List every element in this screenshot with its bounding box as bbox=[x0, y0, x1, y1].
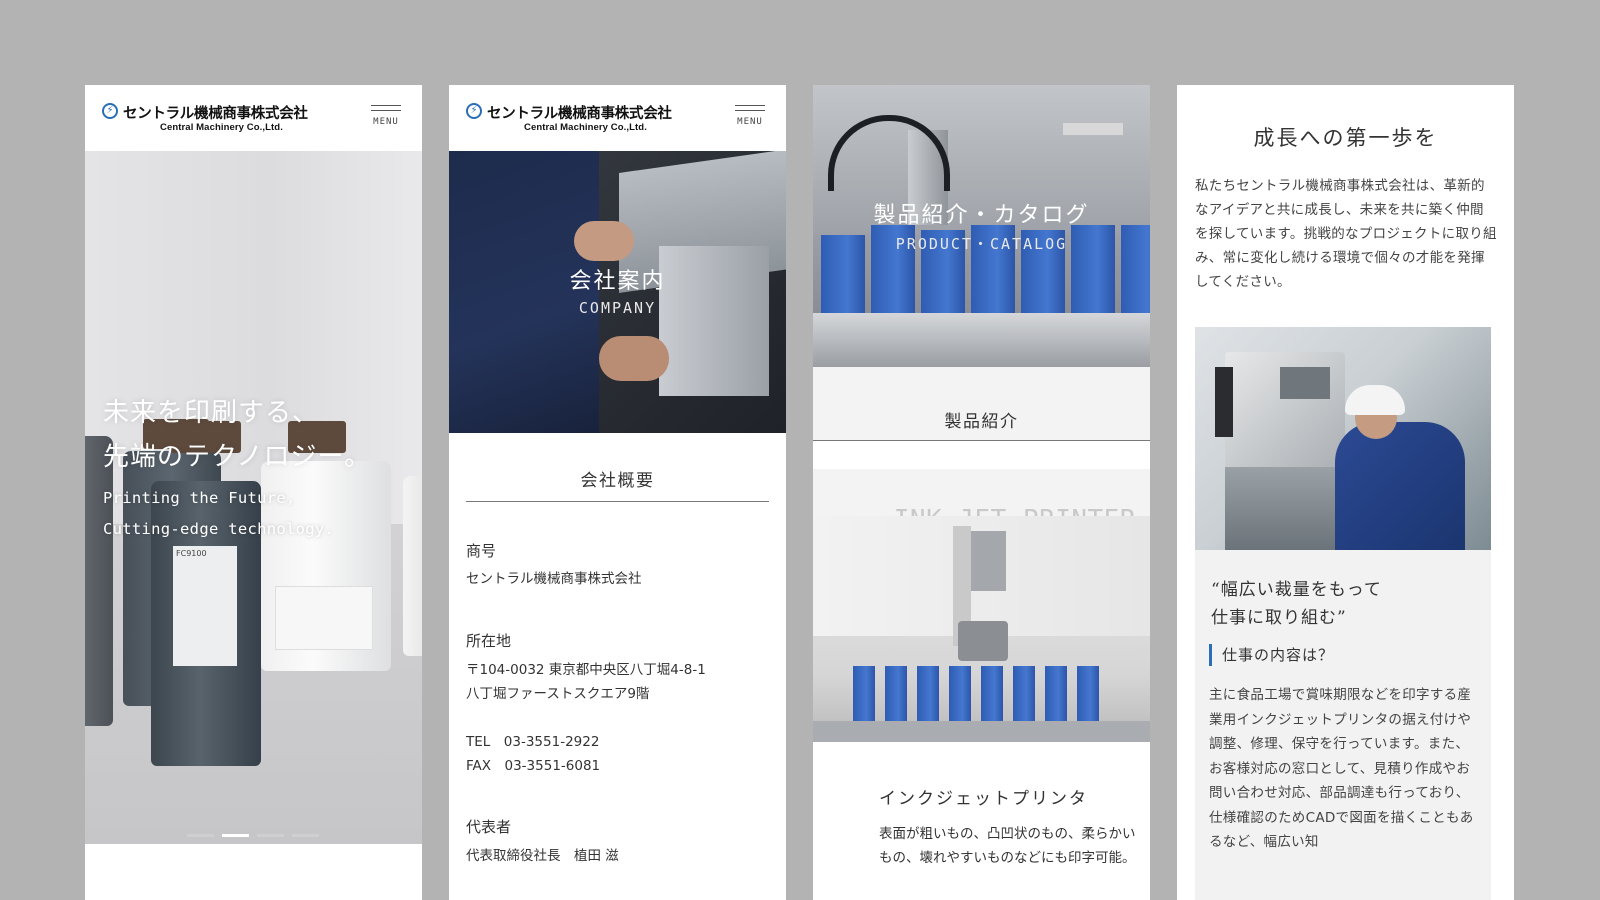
info-value: セントラル機械商事株式会社 bbox=[466, 571, 642, 587]
bottle-image bbox=[403, 476, 422, 656]
mobile-screen-recruit: 成長への第一歩を 私たちセントラル機械商事株式会社は、革新的なアイデアと共に成長… bbox=[1177, 85, 1514, 900]
site-header: ⚡ セントラル機械商事株式会社 Central Machinery Co.,Lt… bbox=[449, 85, 786, 151]
quote-line: “幅広い裁量をもって bbox=[1211, 580, 1382, 600]
carton-image bbox=[853, 666, 875, 726]
hero-slider[interactable]: FC9100 未来を印刷する、 先端のテクノロジー。 Printing the … bbox=[85, 151, 422, 844]
hamburger-icon bbox=[371, 105, 401, 107]
conveyor-image bbox=[813, 721, 1150, 742]
mobile-screen-home: ⚡ セントラル機械商事株式会社 Central Machinery Co.,Lt… bbox=[85, 85, 422, 900]
slider-dot-active[interactable] bbox=[222, 834, 249, 837]
product-card[interactable]: インクジェットプリンタ 表面が粗いもの、凸凹状のもの、柔らかいもの、壊れやすいも… bbox=[841, 742, 1150, 900]
slider-dot[interactable] bbox=[187, 834, 214, 837]
printer-head-image bbox=[958, 621, 1008, 661]
carton-image bbox=[1013, 666, 1035, 726]
products-hero-label: 製品紹介・カタログ PRODUCT・CATALOG bbox=[813, 197, 1150, 254]
lightning-logo-icon: ⚡ bbox=[466, 103, 482, 119]
hero-headline-line: 未来を印刷する、 bbox=[103, 398, 320, 428]
slider-dot[interactable] bbox=[292, 834, 319, 837]
section-title: 製品紹介 bbox=[944, 412, 1019, 432]
hero-headline: 未来を印刷する、 先端のテクノロジー。 bbox=[103, 391, 371, 479]
info-line-fax: FAX 03-3551-6081 bbox=[466, 758, 601, 774]
carton-image bbox=[1077, 666, 1099, 726]
hamburger-icon-bar bbox=[371, 110, 401, 112]
product-description: 表面が粗いもの、凸凹状のもの、柔らかいもの、壊れやすいものなどにも印字可能。 bbox=[879, 826, 1136, 866]
info-line: 八丁堀ファーストスクエア9階 bbox=[466, 686, 650, 702]
hero-subline: Printing the Future, Cutting-edge techno… bbox=[103, 483, 334, 545]
hand-image bbox=[574, 221, 634, 261]
stand-image bbox=[1225, 467, 1345, 550]
mobile-screen-products: 製品紹介・カタログ PRODUCT・CATALOG 製品紹介 INK-JET P… bbox=[813, 85, 1150, 900]
product-title: インクジェットプリンタ bbox=[879, 789, 1088, 809]
info-value-address: 〒104-0032 東京都中央区八丁堀4-8-1 八丁堀ファーストスクエア9階 … bbox=[466, 658, 706, 778]
inkjet-printer-image bbox=[813, 516, 1150, 742]
hamburger-icon-bar bbox=[735, 110, 765, 112]
engineer-body-image bbox=[1335, 422, 1465, 550]
bottle-label: FC9100 bbox=[173, 546, 237, 666]
carton-image bbox=[949, 666, 971, 726]
slider-dot[interactable] bbox=[257, 834, 284, 837]
conveyor-image bbox=[813, 313, 1150, 367]
info-line-tel[interactable]: TEL 03-3551-2922 bbox=[466, 730, 706, 754]
hand-image bbox=[599, 336, 669, 381]
hero-title-en: PRODUCT・CATALOG bbox=[895, 235, 1068, 253]
mobile-screen-company: ⚡ セントラル機械商事株式会社 Central Machinery Co.,Lt… bbox=[449, 85, 786, 900]
carton-image bbox=[1045, 666, 1067, 726]
company-hero: 会社案内 COMPANY bbox=[449, 151, 786, 433]
recruit-intro: 私たちセントラル機械商事株式会社は、革新的なアイデアと共に成長し、未来を共に築く… bbox=[1195, 178, 1497, 290]
helmet-image bbox=[1345, 385, 1405, 415]
logo-name-en: Central Machinery Co.,Ltd. bbox=[160, 122, 283, 133]
interview-question: 仕事の内容は？ bbox=[1209, 644, 1334, 666]
menu-label: MENU bbox=[737, 117, 763, 127]
hamburger-icon bbox=[735, 105, 765, 107]
info-term: 商号 bbox=[466, 542, 497, 560]
hero-headline-line: 先端のテクノロジー。 bbox=[103, 442, 372, 472]
info-line-spacer bbox=[466, 706, 706, 730]
menu-label: MENU bbox=[373, 117, 399, 127]
info-term: 代表者 bbox=[466, 818, 512, 836]
hero-title-jp: 会社案内 bbox=[569, 269, 666, 294]
carton-image bbox=[981, 666, 1003, 726]
bottle-image bbox=[85, 436, 113, 726]
info-line: 〒104-0032 東京都中央区八丁堀4-8-1 bbox=[466, 662, 706, 678]
printer-box-image bbox=[971, 531, 1006, 591]
logo-name-en: Central Machinery Co.,Ltd. bbox=[524, 122, 647, 133]
info-value: 代表取締役社長 植田 滋 bbox=[466, 848, 619, 864]
printer-head-image bbox=[1215, 367, 1233, 437]
lightning-logo-icon: ⚡ bbox=[102, 103, 118, 119]
hamburger-menu-button[interactable]: MENU bbox=[370, 105, 402, 131]
company-hero-label: 会社案内 COMPANY bbox=[449, 263, 786, 317]
recruit-title: 成長への第一歩を bbox=[1253, 126, 1438, 150]
interview-box: “幅広い裁量をもって 仕事に取り組む” 仕事の内容は？ 主に食品工場で賞味期限な… bbox=[1195, 550, 1491, 900]
factory-sign bbox=[1063, 123, 1123, 135]
site-header: ⚡ セントラル機械商事株式会社 Central Machinery Co.,Lt… bbox=[85, 85, 422, 151]
carton-image bbox=[917, 666, 939, 726]
bottle-label bbox=[275, 586, 373, 650]
section-title: 会社概要 bbox=[466, 466, 769, 502]
products-hero: 製品紹介・カタログ PRODUCT・CATALOG bbox=[813, 85, 1150, 367]
quote-line: 仕事に取り組む” bbox=[1211, 608, 1347, 628]
hero-title-en: COMPANY bbox=[578, 299, 657, 317]
engineer-photo bbox=[1195, 327, 1491, 550]
interview-quote: “幅広い裁量をもって 仕事に取り組む” bbox=[1211, 576, 1382, 632]
logo-name-jp: セントラル機械商事株式会社 bbox=[123, 106, 308, 122]
hamburger-menu-button[interactable]: MENU bbox=[734, 105, 766, 131]
printer-screen-image bbox=[1280, 367, 1330, 399]
slider-pagination bbox=[187, 822, 327, 841]
logo-name-jp: セントラル機械商事株式会社 bbox=[487, 106, 672, 122]
interview-answer: 主に食品工場で賞味期限などを印字する産業用インクジェットプリンタの据え付けや調整… bbox=[1209, 687, 1474, 850]
hero-subline-line: Printing the Future, bbox=[103, 489, 296, 507]
info-term: 所在地 bbox=[466, 632, 512, 650]
carton-image bbox=[885, 666, 907, 726]
hero-title-jp: 製品紹介・カタログ bbox=[873, 203, 1090, 228]
hero-subline-line: Cutting-edge technology. bbox=[103, 520, 335, 538]
